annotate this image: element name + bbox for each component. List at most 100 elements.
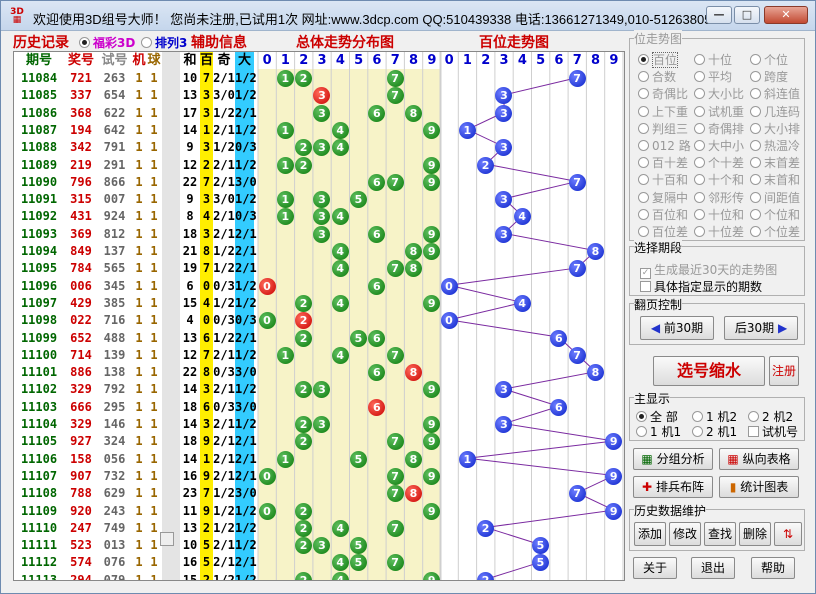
- period-custom-checkbox[interactable]: 具体指定显示的期数: [640, 278, 762, 295]
- sum-cell: 9: [186, 140, 194, 155]
- table-row[interactable]: 11109 920 243 1 1 11 9 1/2 1/2 0 2 9 9: [14, 502, 624, 521]
- position-option[interactable]: 几连码: [750, 103, 800, 120]
- table-row[interactable]: 11097 429 385 1 1 15 4 1/2 1/2 2 4 4 9: [14, 294, 624, 313]
- position-option[interactable]: 个十差: [694, 154, 744, 171]
- table-row[interactable]: 11086 368 622 1 1 17 3 1/2 2/1 3 3 6 8: [14, 104, 624, 123]
- table-row[interactable]: 11087 194 642 1 1 14 1 2/1 1/2 1 1 4 9: [14, 121, 624, 140]
- scroll-thumb[interactable]: [160, 532, 174, 546]
- position-option[interactable]: 斜连值: [750, 85, 800, 102]
- table-row[interactable]: 11090 796 866 1 1 22 7 2/1 3/0 6 7 7 9: [14, 173, 624, 192]
- register-button[interactable]: 注册: [769, 356, 799, 386]
- table-row[interactable]: 11085 337 654 1 1 13 3 3/0 1/2 3 3 7: [14, 86, 624, 105]
- position-option[interactable]: 判组三: [638, 120, 688, 137]
- table-row[interactable]: 11110 247 749 1 1 13 2 1/2 1/2 2 2 4 7: [14, 519, 624, 538]
- display-option[interactable]: 试机号: [748, 423, 798, 440]
- table-row[interactable]: 11101 886 138 1 1 22 8 0/3 3/0 6 8 8: [14, 363, 624, 382]
- table-row[interactable]: 11111 523 013 1 1 10 5 2/1 1/2 2 3 5 5: [14, 536, 624, 555]
- position-option[interactable]: 大小比: [694, 85, 744, 102]
- maximize-button[interactable]: □: [734, 6, 760, 24]
- title-bar[interactable]: 3D ▦ 欢迎使用3D组号大师！ 您尚未注册,已试用1次 网址:www.3dcp.…: [1, 1, 815, 31]
- table-row[interactable]: 11091 315 007 1 1 9 3 3/0 1/2 1 3 3 5: [14, 190, 624, 209]
- group-analysis-button[interactable]: ▦ 分组分析: [633, 448, 713, 470]
- position-option[interactable]: 十百和: [638, 171, 688, 188]
- about-button[interactable]: 关于: [633, 557, 677, 579]
- trial-cell: 732: [103, 468, 126, 483]
- table-row[interactable]: 11106 158 056 1 1 14 1 2/1 2/1 1 1 5 8: [14, 450, 624, 469]
- export-icon[interactable]: ⇅: [774, 522, 802, 546]
- help-button[interactable]: 帮助: [751, 557, 795, 579]
- arrange-button[interactable]: ✚ 排兵布阵: [633, 476, 713, 498]
- fc3d-radio[interactable]: 福彩3D: [79, 34, 135, 52]
- close-button[interactable]: ✕: [764, 6, 808, 24]
- table-row[interactable]: 11107 907 732 1 1 16 9 2/1 2/1 0 7 9 9: [14, 467, 624, 486]
- position-option[interactable]: 十位差: [694, 223, 744, 240]
- position-option[interactable]: 跨度: [750, 68, 788, 85]
- period-30days-checkbox[interactable]: ✓ 生成最近30天的走势图: [640, 261, 777, 279]
- table-row[interactable]: 11108 788 629 1 1 23 7 1/2 3/0 7 7 8: [14, 484, 624, 503]
- display-option[interactable]: 1 机1: [636, 423, 681, 440]
- machine-cell: 1: [135, 244, 143, 258]
- position-option[interactable]: 大中小: [694, 137, 744, 154]
- delete-button[interactable]: 删除: [739, 522, 771, 546]
- position-option[interactable]: 十个和: [694, 171, 744, 188]
- table-row[interactable]: 11092 431 924 1 1 8 4 2/1 0/3 1 3 4 4: [14, 207, 624, 226]
- compress-button[interactable]: 选号缩水: [653, 356, 765, 386]
- position-option[interactable]: 十位: [694, 51, 732, 68]
- table-row[interactable]: 11084 721 263 1 1 10 7 2/1 1/2 1 2 7 7: [14, 69, 624, 88]
- edit-button[interactable]: 修改: [669, 522, 701, 546]
- table-row[interactable]: 11100 714 139 1 1 12 7 2/1 1/2 1 4 7 7: [14, 346, 624, 365]
- next-30-button[interactable]: 后30期 ▶: [724, 316, 798, 340]
- pl3-radio[interactable]: 排列3: [141, 34, 187, 52]
- display-option[interactable]: 2 机1: [692, 423, 737, 440]
- exit-button[interactable]: 退出: [691, 557, 735, 579]
- position-option[interactable]: 百位和: [638, 206, 688, 223]
- vertical-table-button[interactable]: ▦ 纵向表格: [719, 448, 799, 470]
- position-option[interactable]: 末首和: [750, 171, 800, 188]
- position-option[interactable]: 百十差: [638, 154, 688, 171]
- position-option[interactable]: 复隔中: [638, 189, 688, 206]
- table-row[interactable]: 11088 342 791 1 1 9 3 1/2 0/3 2 3 3 4: [14, 138, 624, 157]
- table-row[interactable]: 11113 294 079 1 1 15 2 1/2 1/2 2 2 4 9: [14, 571, 624, 580]
- prev-30-button[interactable]: ◀ 前30期: [640, 316, 714, 340]
- big-cell: 3/0: [235, 365, 257, 380]
- trial-cell: 291: [103, 157, 126, 172]
- table-row[interactable]: 11094 849 137 1 1 21 8 1/2 2/1 4 8 8 9: [14, 242, 624, 261]
- position-option[interactable]: 012 路: [638, 137, 691, 154]
- table-row[interactable]: 11102 329 792 1 1 14 3 2/1 1/2 2 3 3 9: [14, 380, 624, 399]
- position-option[interactable]: 末首差: [750, 154, 800, 171]
- sum-cell: 10: [182, 71, 198, 85]
- table-row[interactable]: 11098 022 716 1 1 4 0 0/3 0/3 0 0 2: [14, 311, 624, 330]
- position-option[interactable]: 上下重: [638, 103, 688, 120]
- position-option[interactable]: 个位: [750, 51, 788, 68]
- table-row[interactable]: 11112 574 076 1 1 16 5 2/1 2/1 4 5 5 7: [14, 553, 624, 572]
- position-option[interactable]: 十位和: [694, 206, 744, 223]
- table-row[interactable]: 11089 219 291 1 1 12 2 2/1 1/2 1 2 2 9: [14, 156, 624, 175]
- minimize-button[interactable]: —: [706, 6, 732, 24]
- position-option[interactable]: 百位差: [638, 223, 688, 240]
- position-option[interactable]: 个位差: [750, 223, 800, 240]
- position-option[interactable]: 个位和: [750, 206, 800, 223]
- add-button[interactable]: 添加: [634, 522, 666, 546]
- find-button[interactable]: 查找: [704, 522, 736, 546]
- table-row[interactable]: 11104 329 146 1 1 14 3 2/1 1/2 2 3 3 9: [14, 415, 624, 434]
- stats-chart-button[interactable]: ▮ 统计图表: [719, 476, 799, 498]
- sum-cell: 12: [182, 347, 198, 362]
- position-option[interactable]: 合数: [638, 68, 676, 85]
- position-option[interactable]: 平均: [694, 68, 732, 85]
- position-option[interactable]: 大小排: [750, 120, 800, 137]
- hundred-ball: 4: [513, 294, 531, 312]
- table-row[interactable]: 11095 784 565 1 1 19 7 1/2 2/1 4 7 7 8: [14, 259, 624, 278]
- position-option[interactable]: 奇偶比: [638, 85, 688, 102]
- table-row[interactable]: 11099 652 488 1 1 13 6 1/2 2/1 2 5 6 6: [14, 329, 624, 348]
- table-row[interactable]: 11096 006 345 1 1 6 0 0/3 1/2 0 0 6: [14, 277, 624, 296]
- position-option[interactable]: 奇偶排: [694, 120, 744, 137]
- hundred-ball: 0: [440, 312, 458, 330]
- position-option[interactable]: 试机重: [694, 103, 744, 120]
- table-row[interactable]: 11093 369 812 1 1 18 3 2/1 2/1 3 3 6 9: [14, 225, 624, 244]
- position-option[interactable]: 热温冷: [750, 137, 800, 154]
- table-row[interactable]: 11105 927 324 1 1 18 9 2/1 2/1 2 7 9 9: [14, 432, 624, 451]
- table-row[interactable]: 11103 666 295 1 1 18 6 0/3 3/0 6 6: [14, 398, 624, 417]
- position-option[interactable]: 邻形传: [694, 189, 744, 206]
- position-option[interactable]: 百位: [638, 51, 679, 68]
- position-option[interactable]: 间距值: [750, 189, 800, 206]
